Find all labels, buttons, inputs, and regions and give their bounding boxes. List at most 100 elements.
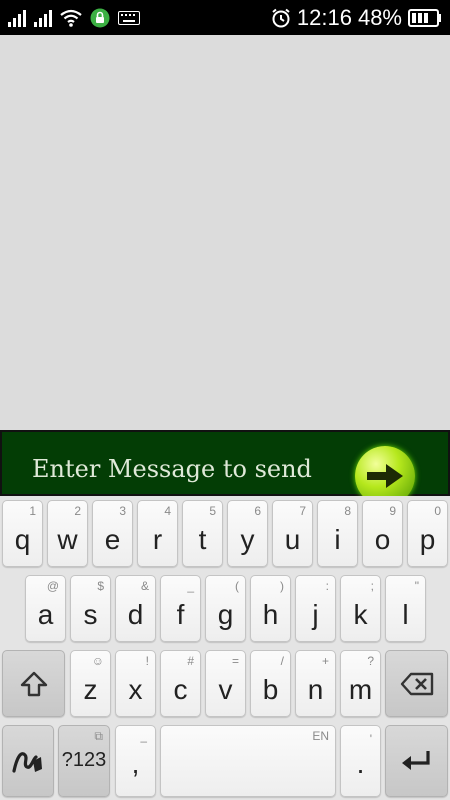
key-label: o bbox=[374, 524, 391, 555]
key-u[interactable]: 7 u bbox=[272, 500, 313, 567]
arrow-right-icon bbox=[367, 464, 403, 488]
key-label: t bbox=[198, 524, 207, 555]
key-label: w bbox=[57, 524, 78, 555]
key-hint: 2 bbox=[74, 504, 81, 518]
key-label: c bbox=[173, 674, 188, 705]
key-x[interactable]: ! x bbox=[115, 650, 156, 717]
key-c[interactable]: # c bbox=[160, 650, 201, 717]
key-hint: 4 bbox=[164, 504, 171, 518]
battery-icon bbox=[408, 8, 441, 27]
key-label: . bbox=[356, 748, 365, 779]
backspace-key[interactable] bbox=[385, 650, 448, 717]
key-r[interactable]: 4 r bbox=[137, 500, 178, 567]
key-hint: / bbox=[280, 654, 284, 668]
handwriting-key[interactable] bbox=[2, 725, 54, 797]
key-g[interactable]: ( g bbox=[205, 575, 246, 642]
key-hint: " bbox=[414, 579, 419, 593]
period-key[interactable]: ' . bbox=[340, 725, 381, 797]
enter-icon bbox=[386, 726, 447, 796]
key-d[interactable]: & d bbox=[115, 575, 156, 642]
key-hint: 7 bbox=[299, 504, 306, 518]
key-t[interactable]: 5 t bbox=[182, 500, 223, 567]
key-hint: + bbox=[321, 654, 329, 668]
message-input[interactable] bbox=[32, 454, 332, 484]
key-label: s bbox=[83, 599, 98, 630]
key-o[interactable]: 9 o bbox=[362, 500, 403, 567]
alarm-icon bbox=[272, 8, 290, 27]
key-label: e bbox=[104, 524, 121, 555]
key-label: g bbox=[217, 599, 234, 630]
key-hint: ( bbox=[235, 579, 239, 593]
enter-key[interactable] bbox=[385, 725, 448, 797]
key-a[interactable]: @ a bbox=[25, 575, 66, 642]
key-f[interactable]: _ f bbox=[160, 575, 201, 642]
key-label: d bbox=[127, 599, 144, 630]
key-q[interactable]: 1 q bbox=[2, 500, 43, 567]
key-hint: _ bbox=[187, 579, 194, 593]
key-i[interactable]: 8 i bbox=[317, 500, 358, 567]
backspace-icon bbox=[386, 651, 447, 716]
key-m[interactable]: ? m bbox=[340, 650, 381, 717]
key-hint: : bbox=[325, 579, 329, 593]
key-s[interactable]: $ s bbox=[70, 575, 111, 642]
key-label: v bbox=[218, 674, 233, 705]
key-j[interactable]: : j bbox=[295, 575, 336, 642]
language-indicator: EN bbox=[312, 729, 329, 743]
handwriting-icon bbox=[3, 726, 53, 796]
key-label: x bbox=[128, 674, 143, 705]
key-label: a bbox=[37, 599, 54, 630]
key-hint: $ bbox=[97, 579, 104, 593]
vpn-lock-icon bbox=[90, 8, 110, 27]
key-hint: ' bbox=[369, 732, 372, 746]
key-hint: ! bbox=[145, 654, 149, 668]
symbols-key[interactable]: ⧉ ?123 bbox=[58, 725, 110, 797]
key-label: q bbox=[14, 524, 31, 555]
key-label: y bbox=[240, 524, 255, 555]
key-hint: ? bbox=[367, 654, 374, 668]
battery-percent: 48% bbox=[357, 4, 402, 30]
key-hint: ; bbox=[370, 579, 374, 593]
key-label: k bbox=[353, 599, 368, 630]
key-l[interactable]: " l bbox=[385, 575, 426, 642]
key-hint: 0 bbox=[434, 504, 441, 518]
key-hint: @ bbox=[46, 579, 59, 593]
shift-icon bbox=[3, 651, 64, 716]
key-y[interactable]: 6 y bbox=[227, 500, 268, 567]
key-hint: – bbox=[140, 734, 147, 748]
keyboard: 1 q 2 w 3 e 4 r 5 t 6 y 7 u 8 i 9 o 0 p … bbox=[0, 496, 450, 800]
key-p[interactable]: 0 p bbox=[407, 500, 448, 567]
key-label: n bbox=[307, 674, 324, 705]
key-k[interactable]: ; k bbox=[340, 575, 381, 642]
key-label: z bbox=[83, 674, 98, 705]
key-hint: 8 bbox=[344, 504, 351, 518]
status-icons-left bbox=[8, 8, 140, 28]
key-label: u bbox=[284, 524, 301, 555]
key-n[interactable]: + n bbox=[295, 650, 336, 717]
key-b[interactable]: / b bbox=[250, 650, 291, 717]
key-label: h bbox=[262, 599, 279, 630]
space-key[interactable]: EN bbox=[160, 725, 336, 797]
wifi-icon bbox=[60, 9, 82, 27]
key-hint: 6 bbox=[254, 504, 261, 518]
signal-2-icon bbox=[34, 9, 52, 27]
key-z[interactable]: ☺ z bbox=[70, 650, 111, 717]
key-hint: 1 bbox=[29, 504, 36, 518]
symbols-label: ?123 bbox=[61, 749, 107, 771]
message-area bbox=[0, 35, 450, 430]
comma-key[interactable]: – , bbox=[115, 725, 156, 797]
key-hint: ☺ bbox=[91, 654, 104, 668]
key-label: f bbox=[176, 599, 185, 630]
key-hint: 5 bbox=[209, 504, 216, 518]
key-label: b bbox=[262, 674, 279, 705]
key-label: p bbox=[419, 524, 436, 555]
key-hint: = bbox=[231, 654, 239, 668]
key-label: , bbox=[131, 748, 140, 779]
shift-key[interactable] bbox=[2, 650, 65, 717]
key-e[interactable]: 3 e bbox=[92, 500, 133, 567]
key-hint: 9 bbox=[389, 504, 396, 518]
key-h[interactable]: ) h bbox=[250, 575, 291, 642]
key-v[interactable]: = v bbox=[205, 650, 246, 717]
key-w[interactable]: 2 w bbox=[47, 500, 88, 567]
key-label: m bbox=[348, 674, 373, 705]
keyboard-icon bbox=[118, 10, 140, 25]
